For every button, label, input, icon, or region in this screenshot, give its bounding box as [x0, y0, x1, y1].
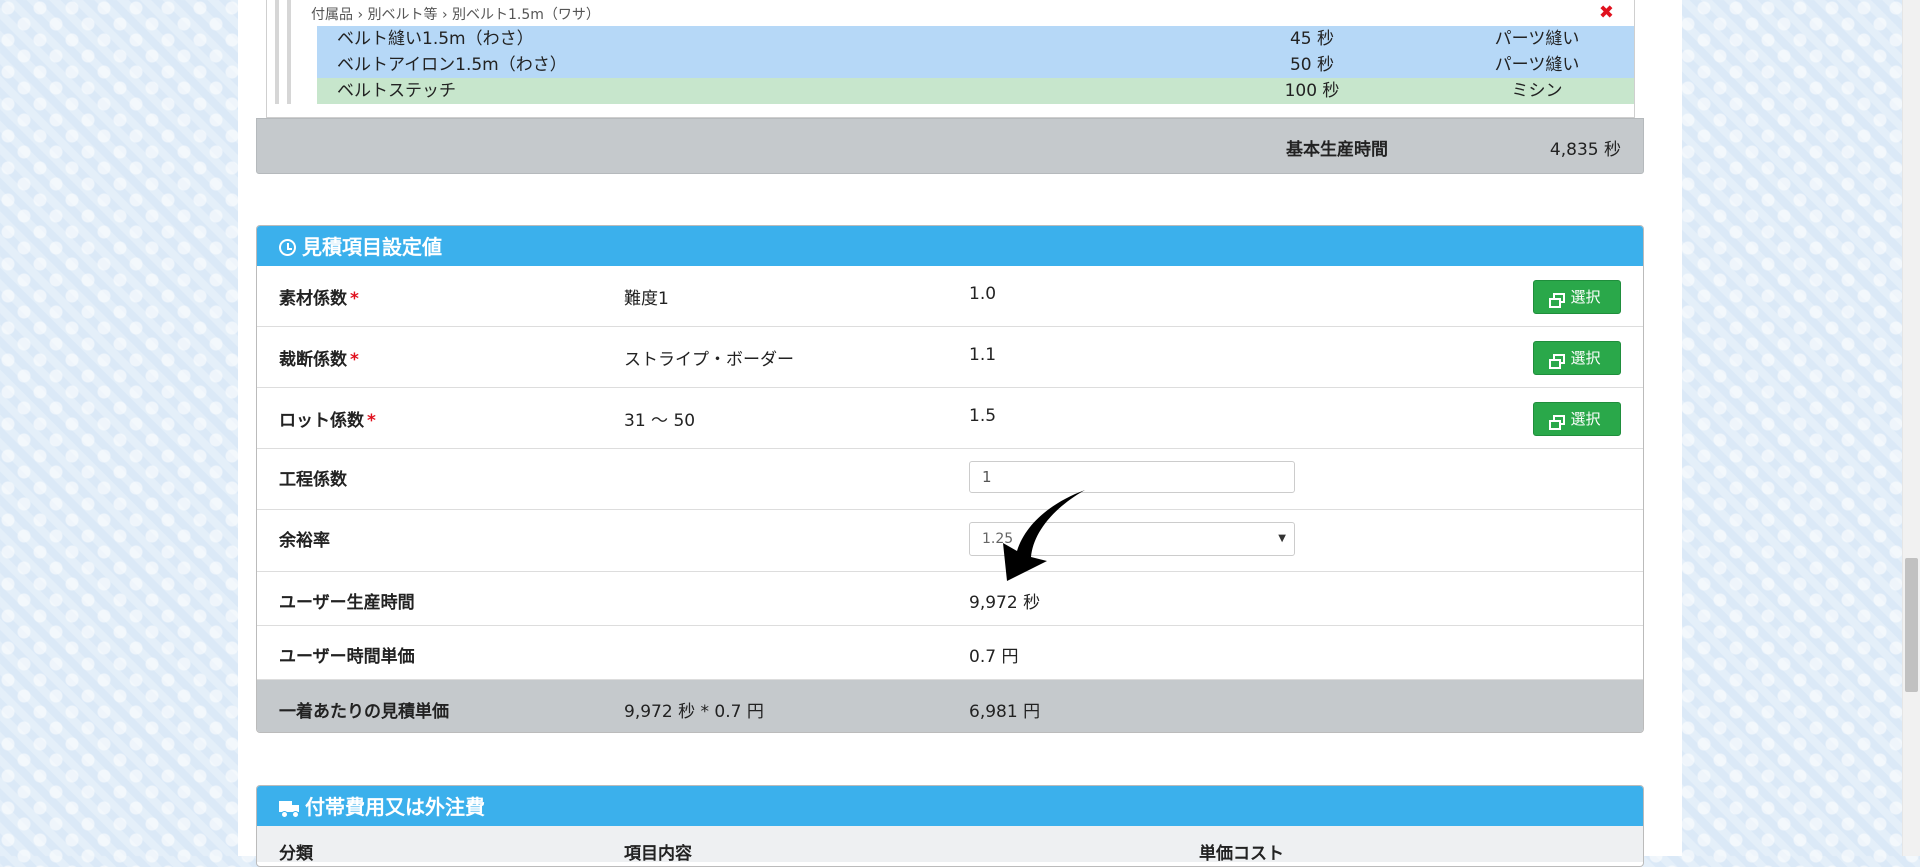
process-name: ベルト縫い1.5m（わさ） [337, 29, 534, 49]
process-category: パーツ縫い [1494, 55, 1580, 75]
truck-icon [279, 801, 299, 818]
estimate-panel-title: 見積項目設定値 [302, 235, 442, 259]
margin-rate-label: 余裕率 [279, 531, 330, 551]
base-time-value: 4,835 秒 [1549, 140, 1621, 160]
unit-price-value: 6,981 円 [969, 702, 1041, 722]
base-production-time-bar: 基本生産時間 4,835 秒 [256, 118, 1644, 174]
unit-price-formula: 9,972 秒 * 0.7 円 [624, 702, 764, 722]
cost-column-category: 分類 [279, 844, 313, 864]
cost-panel-header: 付帯費用又は外注費 [257, 786, 1643, 826]
process-row: ベルトアイロン1.5m（わさ） 50 秒 パーツ縫い [317, 52, 1634, 78]
user-rate-label: ユーザー時間単価 [279, 647, 415, 667]
process-seconds: 45 秒 [1289, 29, 1335, 49]
user-rate-value: 0.7 円 [969, 647, 1019, 667]
process-name: ベルトステッチ [337, 81, 456, 101]
annotation-arrow [1003, 490, 1085, 581]
tree-guide-inner: 付属品 › 別ベルト等 › 別ベルト1.5m（ワサ） ✖ ベルト縫い1.5m（わ… [287, 0, 1634, 104]
clock-icon [279, 239, 296, 256]
scrollbar-thumb[interactable] [1905, 558, 1918, 692]
tree-guide-outer: 付属品 › 別ベルト等 › 別ベルト1.5m（ワサ） ✖ ベルト縫い1.5m（わ… [275, 0, 1635, 104]
attached-cost-panel: 付帯費用又は外注費 分類 項目内容 単価コスト [256, 785, 1644, 867]
material-select-button[interactable]: 選択 [1533, 280, 1621, 314]
estimate-settings-panel: 見積項目設定値 素材係数 * 難度1 1.0 選択 裁断係数 * ストライプ・ボーダ… [256, 225, 1644, 733]
cutting-coefficient-row: 裁断係数 * ストライプ・ボーダー 1.1 選択 [257, 326, 1643, 387]
user-hourly-rate-row: ユーザー時間単価 0.7 円 [257, 625, 1643, 679]
unit-price-row: 一着あたりの見積単価 9,972 秒 * 0.7 円 6,981 円 [257, 679, 1643, 732]
vertical-scrollbar[interactable] [1902, 0, 1920, 856]
process-seconds: 100 秒 [1284, 81, 1340, 101]
lot-label: ロット係数 * [279, 411, 376, 431]
window-restore-icon [1549, 354, 1566, 369]
estimate-panel-header: 見積項目設定値 [257, 226, 1643, 266]
cutting-select-button[interactable]: 選択 [1533, 341, 1621, 375]
cutting-label: 裁断係数 * [279, 350, 359, 370]
material-name: 難度1 [624, 289, 669, 309]
process-category: ミシン [1511, 81, 1563, 101]
process-coefficient-row: 工程係数 [257, 448, 1643, 509]
lot-select-button[interactable]: 選択 [1533, 402, 1621, 436]
window-restore-icon [1549, 293, 1566, 308]
lot-value: 1.5 [969, 406, 997, 426]
cost-panel-title: 付帯費用又は外注費 [305, 795, 485, 819]
cost-column-item: 項目内容 [624, 844, 692, 864]
unit-price-label: 一着あたりの見積単価 [279, 702, 449, 722]
close-icon[interactable]: ✖ [1599, 2, 1614, 23]
window-restore-icon [1549, 415, 1566, 430]
process-category: パーツ縫い [1494, 29, 1580, 49]
lot-coefficient-row: ロット係数 * 31 ～ 50 1.5 選択 [257, 387, 1643, 448]
process-row: ベルト縫い1.5m（わさ） 45 秒 パーツ縫い [317, 26, 1634, 52]
user-production-time-row: ユーザー生産時間 9,972 秒 [257, 571, 1643, 625]
process-list-panel: 付属品 › 別ベルト等 › 別ベルト1.5m（ワサ） ✖ ベルト縫い1.5m（わ… [266, 0, 1635, 118]
process-breadcrumb: 付属品 › 別ベルト等 › 別ベルト1.5m（ワサ） [311, 7, 600, 23]
cost-column-unit-cost: 単価コスト [1199, 844, 1284, 864]
process-seconds: 50 秒 [1289, 55, 1335, 75]
user-time-value: 9,972 秒 [969, 593, 1041, 613]
process-name: ベルトアイロン1.5m（わさ） [337, 55, 567, 75]
cutting-value: 1.1 [969, 345, 997, 365]
lot-name: 31 ～ 50 [624, 411, 696, 431]
material-label: 素材係数 * [279, 289, 359, 309]
process-coefficient-label: 工程係数 [279, 470, 347, 490]
material-coefficient-row: 素材係数 * 難度1 1.0 選択 [257, 266, 1643, 326]
margin-rate-row: 余裕率 1.25 ▼ [257, 509, 1643, 571]
material-value: 1.0 [969, 284, 997, 304]
base-time-label: 基本生産時間 [1286, 140, 1388, 160]
user-time-label: ユーザー生産時間 [279, 593, 415, 613]
process-row: ベルトステッチ 100 秒 ミシン [317, 78, 1634, 104]
cutting-name: ストライプ・ボーダー [624, 350, 794, 370]
caret-down-icon: ▼ [1278, 533, 1286, 544]
cost-table-header: 分類 項目内容 単価コスト [257, 826, 1643, 864]
